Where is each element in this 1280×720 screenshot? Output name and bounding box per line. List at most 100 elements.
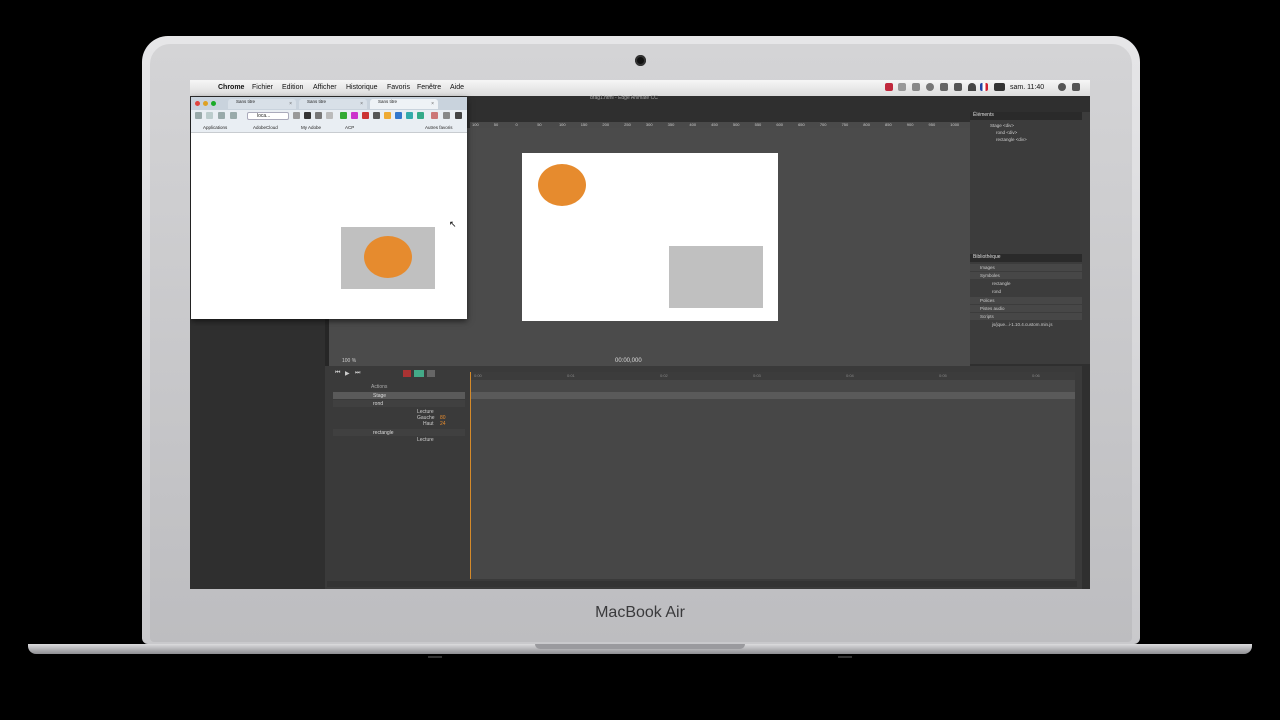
ruler-tick: 950 <box>928 122 936 127</box>
timeline-scrollbar[interactable] <box>327 581 1077 587</box>
forward-icon[interactable]: ⏭ <box>355 370 360 377</box>
menu-historique[interactable]: Historique <box>346 84 378 91</box>
chrome-window: Sans titre × Sans titre × Sans titre × loca… <box>191 97 467 319</box>
timeline-tick: 0:06 <box>1032 373 1040 378</box>
rectangle-element[interactable] <box>669 246 763 308</box>
menu-aide[interactable]: Aide <box>450 84 464 91</box>
extension-icon[interactable] <box>304 112 311 119</box>
timeline-tick: 0:04 <box>846 373 854 378</box>
library-symbol[interactable]: rectangle <box>992 281 1011 286</box>
home-icon[interactable] <box>230 112 237 119</box>
extension-icon[interactable] <box>315 112 322 119</box>
ruler-tick: 300 <box>645 122 653 127</box>
actions-label: Actions <box>371 384 388 390</box>
forward-icon[interactable] <box>206 112 213 119</box>
bookmark-acp[interactable]: ACP <box>345 125 354 130</box>
extension-icon[interactable] <box>340 112 347 119</box>
extension-icon[interactable] <box>395 112 402 119</box>
library-panel-header[interactable]: Bibliothèque <box>970 254 1082 262</box>
layer-stage[interactable]: Stage <box>333 392 465 399</box>
menu-fenetre[interactable]: Fenêtre <box>417 84 441 91</box>
tab-3[interactable]: Sans titre × <box>370 99 438 109</box>
wifi-icon[interactable] <box>968 83 976 91</box>
menu-icon[interactable] <box>455 112 462 119</box>
extension-icon[interactable] <box>406 112 413 119</box>
timeline-ruler[interactable]: 0:00 0:01 0:02 0:03 0:04 0:05 0:06 <box>470 372 1075 380</box>
play-icon[interactable]: ▶ <box>345 370 350 377</box>
library-section[interactable]: Polices <box>970 297 1082 304</box>
extension-icon[interactable] <box>362 112 369 119</box>
status-icon[interactable] <box>898 83 906 91</box>
timeline-controls: ⏮ ▶ ⏭ <box>325 368 465 380</box>
page-circle[interactable] <box>364 236 412 278</box>
bluetooth-icon[interactable] <box>940 83 948 91</box>
element-rond[interactable]: rond <div> <box>996 130 1017 135</box>
minimize-window-icon[interactable] <box>203 101 208 106</box>
prop-lecture[interactable]: Lecture <box>333 436 465 443</box>
status-icon[interactable] <box>912 83 920 91</box>
playhead[interactable] <box>470 372 471 579</box>
timemachine-icon[interactable] <box>926 83 934 91</box>
time-readout[interactable]: 00:00,000 <box>615 358 642 364</box>
timeline-tick: 0:05 <box>939 373 947 378</box>
library-section[interactable]: Symboles <box>970 272 1082 279</box>
elements-panel-header[interactable]: Éléments <box>970 112 1082 120</box>
menu-edition[interactable]: Edition <box>282 84 303 91</box>
ruler-tick: 150 <box>580 122 588 127</box>
reload-icon[interactable] <box>218 112 225 119</box>
extension-icon[interactable] <box>384 112 391 119</box>
layer-rond[interactable]: rond <box>333 400 465 407</box>
battery-icon[interactable] <box>994 83 1005 91</box>
rond-element[interactable] <box>538 164 586 206</box>
menu-favoris[interactable]: Favoris <box>387 84 410 91</box>
timeline-tick: 0:01 <box>567 373 575 378</box>
zoom-window-icon[interactable] <box>211 101 216 106</box>
element-rectangle[interactable]: rectangle <div> <box>996 137 1027 142</box>
timeline-track-area[interactable] <box>470 372 1075 579</box>
bookmark-myadobe[interactable]: My Adobe <box>301 125 321 130</box>
library-section[interactable]: Images <box>970 264 1082 271</box>
library-symbol[interactable]: rond <box>992 289 1001 294</box>
flag-icon[interactable] <box>980 83 988 91</box>
rewind-icon[interactable]: ⏮ <box>335 370 340 377</box>
extension-icon[interactable] <box>351 112 358 119</box>
library-script[interactable]: js/jque...i-1.10.4.custom.min.js <box>992 322 1053 327</box>
menu-fichier[interactable]: Fichier <box>252 84 273 91</box>
record-icon[interactable] <box>885 83 893 91</box>
tab-2[interactable]: Sans titre × <box>299 99 367 109</box>
back-icon[interactable] <box>195 112 202 119</box>
close-tab-icon[interactable]: × <box>431 101 434 107</box>
extension-icon[interactable] <box>431 112 438 119</box>
menu-app[interactable]: Chrome <box>218 84 244 91</box>
zoom-level[interactable]: 100 % <box>342 358 356 364</box>
gear-icon[interactable] <box>373 112 380 119</box>
bookmark-applications[interactable]: Applications <box>203 125 227 130</box>
search-icon[interactable] <box>1058 83 1066 91</box>
ruler-tick: 100 <box>558 122 566 127</box>
grid-icon[interactable] <box>427 370 435 377</box>
library-section[interactable]: Scripts <box>970 313 1082 320</box>
autokey-icon[interactable] <box>403 370 411 377</box>
bookmark-others[interactable]: Autres favoris <box>425 125 453 130</box>
bookmark-adobecloud[interactable]: AdobeCloud <box>253 125 278 130</box>
laptop-notch <box>535 644 745 649</box>
extension-icon[interactable] <box>443 112 450 119</box>
close-tab-icon[interactable]: × <box>289 101 292 107</box>
prop-haut[interactable]: Haut 24 <box>333 420 465 427</box>
close-window-icon[interactable] <box>195 101 200 106</box>
url-bar[interactable]: loca... <box>247 112 289 120</box>
menu-afficher[interactable]: Afficher <box>313 84 337 91</box>
element-stage[interactable]: Stage <div> <box>990 123 1014 128</box>
stage-ruler: 100 50 0 50 100 150 200 250 300 350 400 450 500 550 60… <box>470 122 970 128</box>
layer-rectangle[interactable]: rectangle <box>333 429 465 436</box>
tab-1[interactable]: Sans titre × <box>228 99 296 109</box>
volume-icon[interactable] <box>954 83 962 91</box>
library-section[interactable]: Pistes audio <box>970 305 1082 312</box>
clock[interactable]: sam. 11:40 <box>1010 84 1044 91</box>
pin-icon[interactable] <box>414 370 424 377</box>
extension-icon[interactable] <box>417 112 424 119</box>
extension-icon[interactable] <box>293 112 300 119</box>
close-tab-icon[interactable]: × <box>360 101 363 107</box>
list-icon[interactable] <box>1072 83 1080 91</box>
extension-icon[interactable] <box>326 112 333 119</box>
